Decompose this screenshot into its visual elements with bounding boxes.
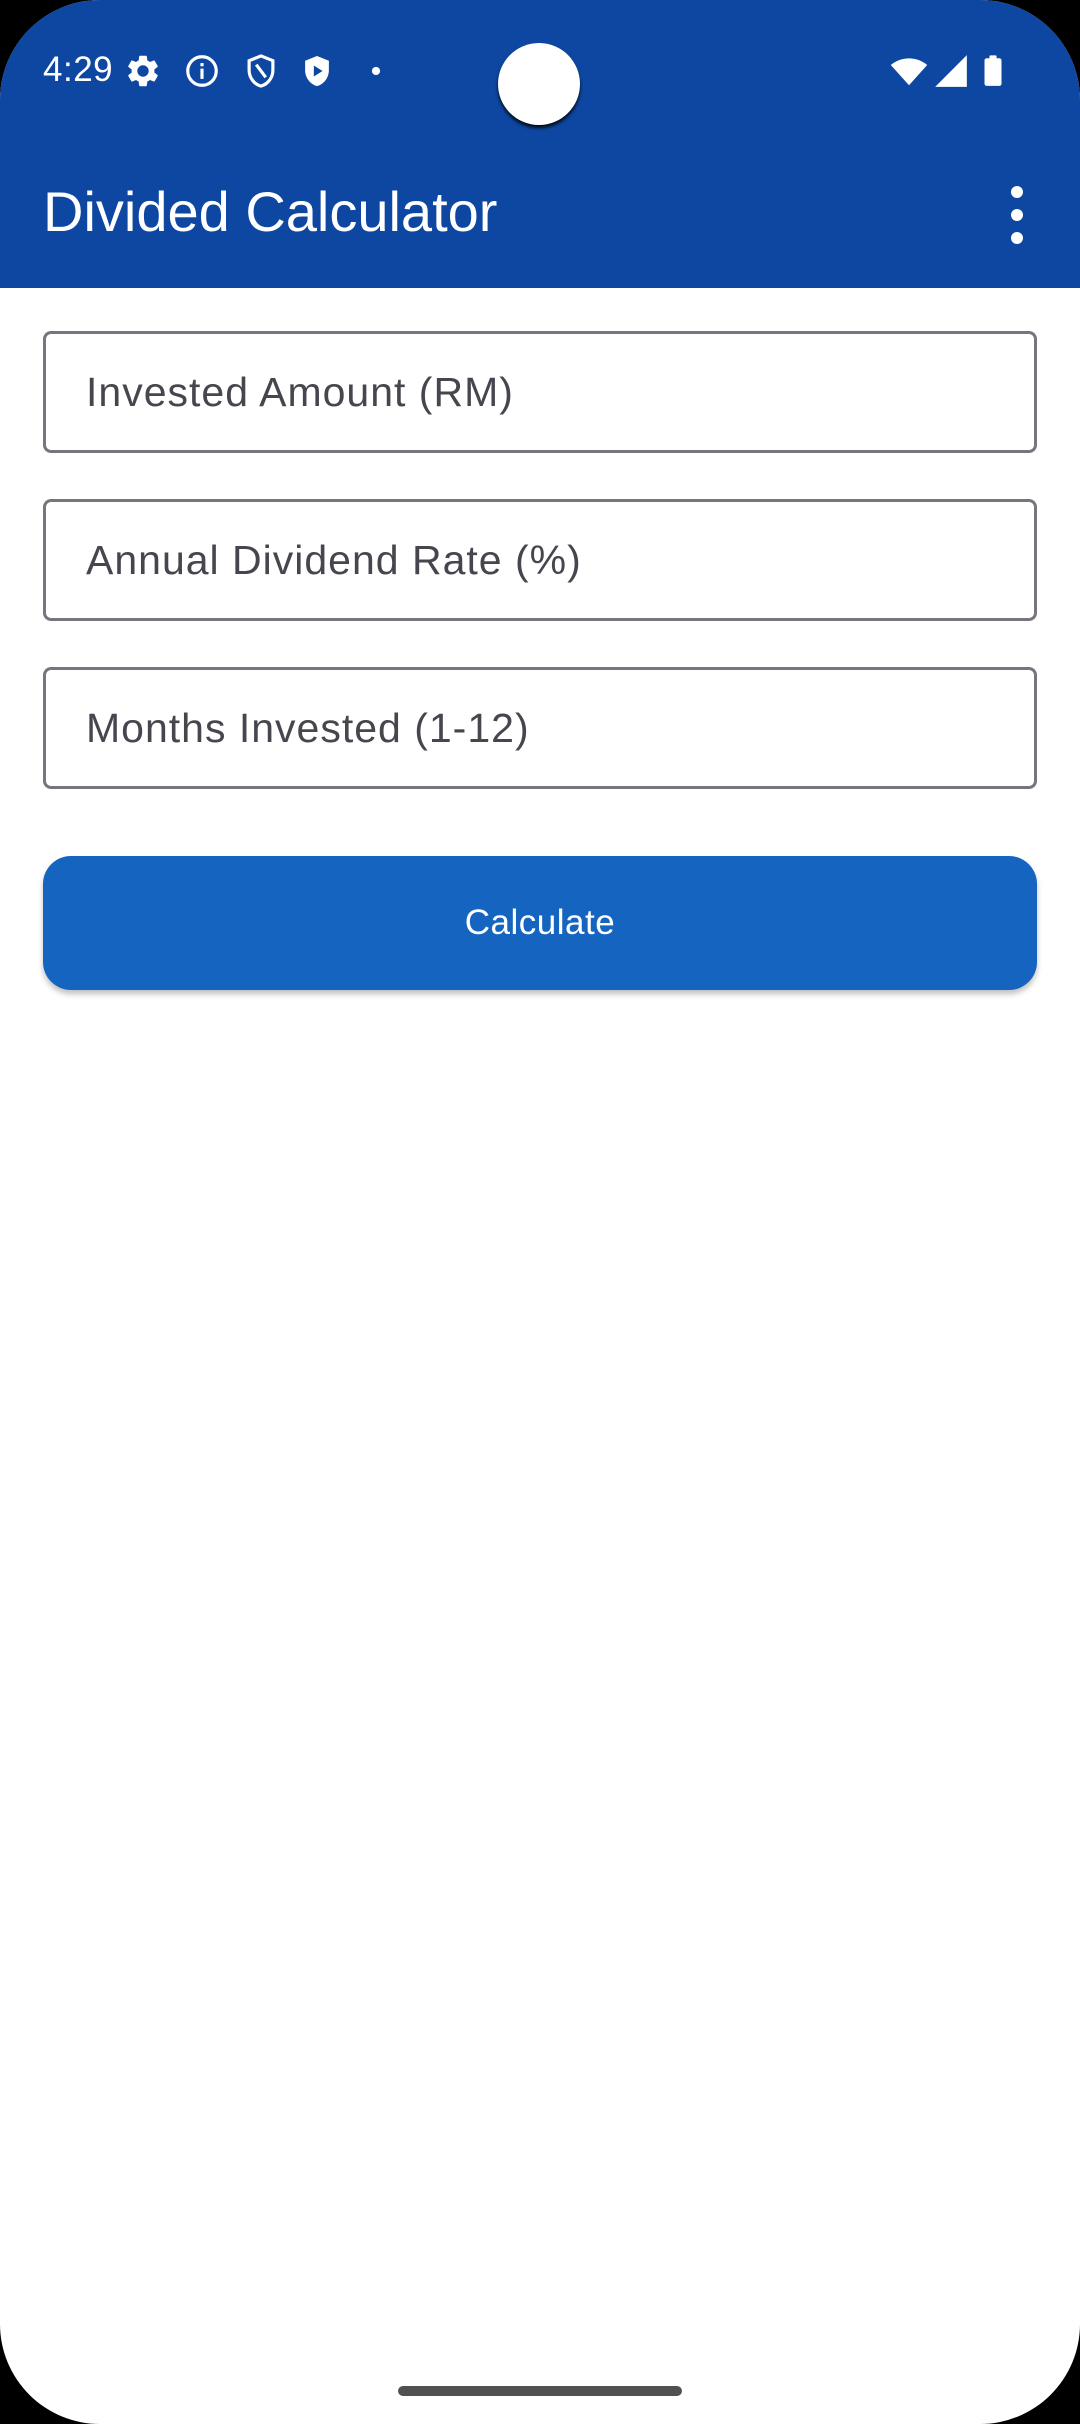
months-invested-input[interactable] bbox=[46, 670, 1034, 786]
wifi-icon bbox=[888, 52, 930, 90]
app-bar: Divided Calculator bbox=[0, 140, 1080, 288]
battery-icon bbox=[976, 52, 1010, 90]
calculate-button[interactable]: Calculate bbox=[43, 856, 1037, 990]
more-options-button[interactable] bbox=[987, 180, 1047, 250]
gesture-nav-handle[interactable] bbox=[398, 2386, 682, 2396]
shield-icon bbox=[242, 52, 280, 90]
status-time: 4:29 bbox=[43, 50, 114, 89]
dividend-rate-field bbox=[43, 499, 1037, 621]
months-invested-field bbox=[43, 667, 1037, 789]
status-bar: 4:29 bbox=[0, 0, 1080, 140]
page-title: Divided Calculator bbox=[43, 180, 498, 243]
signal-icon bbox=[932, 52, 970, 90]
settings-icon bbox=[124, 52, 162, 90]
invested-amount-field bbox=[43, 331, 1037, 453]
app-screen: 4:29 Divided Calculator Invested Amount … bbox=[0, 0, 1080, 2424]
play-shield-icon bbox=[298, 52, 336, 90]
notification-dot-icon bbox=[357, 52, 395, 90]
info-icon bbox=[183, 52, 221, 90]
camera-cutout bbox=[498, 43, 580, 125]
more-vert-icon bbox=[987, 180, 1047, 250]
invested-amount-input[interactable] bbox=[46, 334, 1034, 450]
dividend-rate-input[interactable] bbox=[46, 502, 1034, 618]
